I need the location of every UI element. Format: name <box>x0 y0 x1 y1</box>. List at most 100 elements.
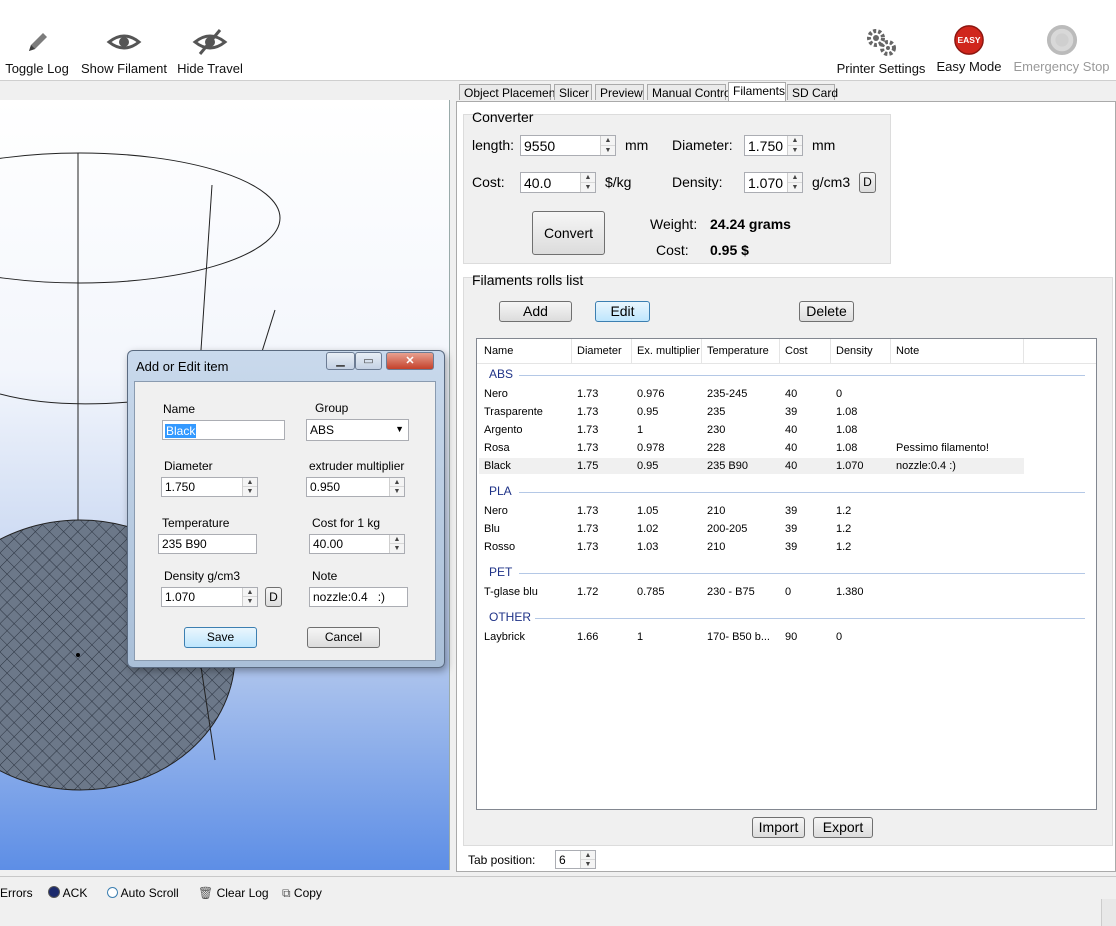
table-row[interactable]: Nero 1.73 1.05 210 39 1.2 <box>479 503 1024 519</box>
filament-list[interactable]: Name Diameter Ex. multiplier Temperature… <box>476 338 1097 810</box>
tab-slicer[interactable]: Slicer <box>554 84 592 100</box>
diameter-spinner[interactable]: ▲ ▼ <box>787 136 802 155</box>
tab-position-input[interactable]: ▲▼ <box>555 850 596 869</box>
scrollbar[interactable] <box>1101 899 1116 926</box>
emergency-stop-button[interactable]: Emergency Stop <box>1013 24 1110 74</box>
auto-scroll-label: Auto Scroll <box>120 886 179 900</box>
density-d-button[interactable]: D <box>859 172 876 193</box>
note-value[interactable] <box>310 588 407 606</box>
table-cell: 39 <box>785 406 798 418</box>
table-cell: 1.73 <box>577 505 599 517</box>
radio-dot-icon <box>48 886 60 898</box>
table-cell: 235-245 <box>707 388 748 400</box>
table-cell: 0 <box>836 631 843 643</box>
group-header[interactable]: PLA <box>489 484 512 498</box>
col-note[interactable]: Note <box>896 345 919 357</box>
table-row[interactable]: T-glase blu 1.72 0.785 230 - B75 0 1.380 <box>479 584 1024 600</box>
tab-object-placement[interactable]: Object Placement <box>459 84 559 100</box>
table-row[interactable]: Laybrick 1.66 1 170- B50 b... 90 0 <box>479 629 1024 645</box>
table-cell: Nero <box>484 505 508 517</box>
table-row[interactable]: Rosso 1.73 1.03 210 39 1.2 <box>479 539 1024 555</box>
table-row[interactable]: Trasparente 1.73 0.95 235 39 1.08 <box>479 404 1024 420</box>
import-button[interactable]: Import <box>752 817 805 838</box>
tab-preview[interactable]: Preview <box>595 84 644 100</box>
table-cell: Rosso <box>484 541 516 553</box>
eye-slash-icon <box>192 29 228 55</box>
show-filament-button[interactable]: Show Filament <box>81 26 167 76</box>
name-input[interactable]: Black <box>162 420 285 440</box>
easy-mode-button[interactable]: EASY Easy Mode <box>935 25 1003 74</box>
printer-settings-button[interactable]: Printer Settings <box>836 26 926 76</box>
extruder-input[interactable]: ▲▼ <box>306 477 405 497</box>
auto-scroll-toggle[interactable]: Auto Scroll <box>107 886 179 900</box>
diameter-spinner-dlg[interactable]: ▲ ▼ <box>242 478 257 496</box>
density-spinner[interactable]: ▲ ▼ <box>787 173 802 192</box>
col-diameter[interactable]: Diameter <box>577 345 622 357</box>
length-spinner[interactable]: ▲ ▼ <box>600 136 615 155</box>
density-d-button-dlg[interactable]: D <box>265 587 282 607</box>
length-input[interactable]: ▲▼ <box>520 135 616 156</box>
extruder-spinner[interactable]: ▲ ▼ <box>389 478 404 496</box>
col-name[interactable]: Name <box>484 345 513 357</box>
convert-button[interactable]: Convert <box>532 211 605 255</box>
table-cell: 1.2 <box>836 541 852 553</box>
group-header[interactable]: OTHER <box>489 610 531 624</box>
delete-button[interactable]: Delete <box>799 301 854 322</box>
weight-value: 24.24 grams <box>710 216 791 232</box>
table-row[interactable]: Rosa 1.73 0.978 228 40 1.08 Pessimo filamento! <box>479 440 1024 456</box>
tab-manual-control[interactable]: Manual Control <box>647 84 733 100</box>
table-cell: Rosa <box>484 442 510 454</box>
hide-travel-button[interactable]: Hide Travel <box>176 26 244 76</box>
cancel-button[interactable]: Cancel <box>307 627 380 648</box>
table-cell: 1.2 <box>836 523 852 535</box>
group-header[interactable]: PET <box>489 565 512 579</box>
group-select[interactable]: ABS ▼ <box>306 419 409 441</box>
minimize-button[interactable]: ▁ <box>326 352 355 370</box>
maximize-button[interactable]: ▭ <box>355 352 382 370</box>
col-cost[interactable]: Cost <box>785 345 808 357</box>
col-density[interactable]: Density <box>836 345 873 357</box>
col-ex-multiplier[interactable]: Ex. multiplier <box>637 345 700 357</box>
toggle-log-button[interactable]: Toggle Log <box>3 26 71 76</box>
table-cell: 1.75 <box>577 460 599 472</box>
save-button[interactable]: Save <box>184 627 257 648</box>
pencil-icon <box>29 33 47 51</box>
col-temperature[interactable]: Temperature <box>707 345 769 357</box>
add-button[interactable]: Add <box>499 301 572 322</box>
costkg-input[interactable]: ▲▼ <box>309 534 405 554</box>
temperature-input[interactable] <box>158 534 257 554</box>
log-bar: Errors ACK Auto Scroll 🗑 Clear Log ⧉ Cop… <box>0 876 1116 926</box>
tab-sd-card[interactable]: SD Card <box>787 84 838 100</box>
edit-button[interactable]: Edit <box>595 301 650 322</box>
diameter-input-dlg[interactable]: ▲▼ <box>161 477 258 497</box>
density-input[interactable]: ▲▼ <box>744 172 803 193</box>
table-row[interactable]: Blu 1.73 1.02 200-205 39 1.2 <box>479 521 1024 537</box>
table-row[interactable]: Nero 1.73 0.976 235-245 40 0 <box>479 386 1024 402</box>
table-cell: 40 <box>785 460 798 472</box>
cost-input[interactable]: ▲▼ <box>520 172 596 193</box>
diameter-input[interactable]: ▲▼ <box>744 135 803 156</box>
export-button[interactable]: Export <box>813 817 873 838</box>
density-spinner-dlg[interactable]: ▲ ▼ <box>242 588 257 606</box>
errors-toggle[interactable]: Errors <box>0 886 33 900</box>
table-cell: 39 <box>785 541 798 553</box>
group-label: Group <box>315 401 349 415</box>
table-cell: Nero <box>484 388 508 400</box>
density-input-dlg[interactable]: ▲▼ <box>161 587 258 607</box>
group-value: ABS <box>310 423 335 437</box>
ack-toggle[interactable]: ACK <box>48 886 87 900</box>
temperature-value[interactable] <box>159 535 256 553</box>
costkg-spinner[interactable]: ▲ ▼ <box>389 535 404 553</box>
copy-button[interactable]: ⧉ Copy <box>282 886 322 901</box>
table-cell: 1.380 <box>836 586 864 598</box>
note-input[interactable] <box>309 587 408 607</box>
tab-position-spinner[interactable]: ▲ ▼ <box>580 851 595 868</box>
table-row[interactable]: Argento 1.73 1 230 40 1.08 <box>479 422 1024 438</box>
clear-log-button[interactable]: 🗑 Clear Log <box>198 886 269 900</box>
cost-spinner[interactable]: ▲ ▼ <box>580 173 595 192</box>
tab-filaments[interactable]: Filaments <box>728 82 786 102</box>
cost-result-value: 0.95 $ <box>710 242 749 258</box>
group-header[interactable]: ABS <box>489 367 513 381</box>
close-button[interactable]: ✕ <box>386 352 434 370</box>
table-row[interactable]: Black 1.75 0.95 235 B90 40 1.070 nozzle:0.4 :) <box>479 458 1024 474</box>
